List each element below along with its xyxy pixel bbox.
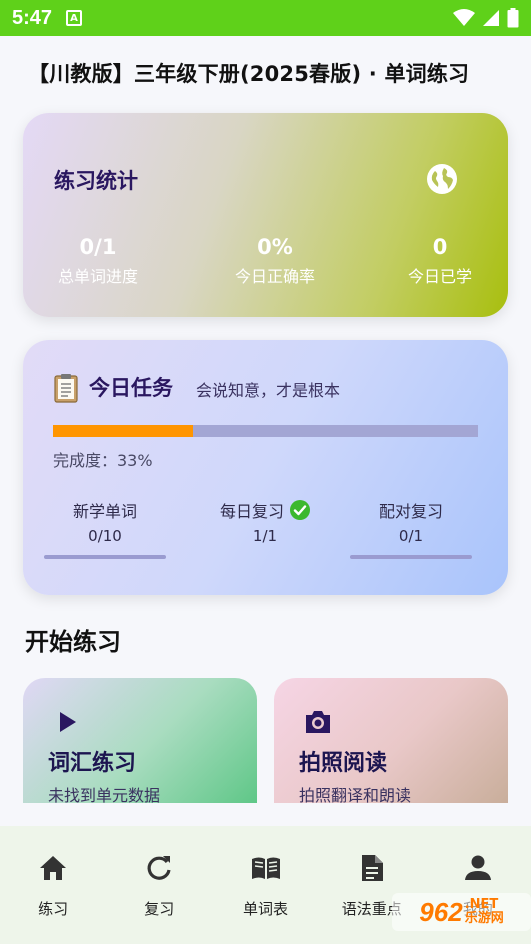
nav-item-wordlist[interactable]: 单词表 bbox=[212, 826, 318, 944]
stat-accuracy: 0% 今日正确率 bbox=[205, 235, 345, 287]
nav-label: 复习 bbox=[144, 900, 175, 918]
notification-icon: A bbox=[66, 10, 83, 26]
wifi-icon bbox=[453, 9, 475, 26]
status-time: 5:47 bbox=[12, 6, 53, 29]
task-subtitle: 会说知意，才是根本 bbox=[196, 381, 341, 400]
stat-total-progress: 0/1 总单词进度 bbox=[28, 235, 168, 287]
signal-icon bbox=[483, 10, 499, 26]
task-col-bar bbox=[350, 555, 472, 559]
watermark-net: .NET bbox=[464, 897, 499, 912]
task-title: 今日任务 bbox=[89, 376, 173, 400]
stat-value: 0 bbox=[432, 235, 448, 259]
task-col-value: 0/10 bbox=[88, 527, 122, 545]
stat-label: 今日已学 bbox=[407, 267, 472, 286]
card-title: 词汇练习 bbox=[48, 751, 137, 776]
task-pair-review[interactable]: 配对复习 0/1 bbox=[341, 499, 481, 559]
nav-item-practice[interactable]: 练习 bbox=[0, 826, 106, 944]
section-title: 开始练习 bbox=[25, 628, 121, 656]
clipboard-icon bbox=[54, 374, 78, 403]
refresh-icon bbox=[147, 856, 171, 880]
nav-label: 单词表 bbox=[243, 900, 289, 918]
stats-title: 练习统计 bbox=[54, 169, 138, 193]
battery-icon bbox=[507, 8, 519, 28]
home-icon bbox=[40, 856, 67, 880]
card-title: 拍照阅读 bbox=[299, 751, 388, 776]
task-col-label: 新学单词 bbox=[72, 502, 137, 521]
book-icon bbox=[251, 857, 280, 879]
person-icon bbox=[464, 855, 491, 880]
task-new-words[interactable]: 新学单词 0/10 bbox=[35, 499, 175, 559]
status-bar: 5:47 A bbox=[0, 0, 531, 36]
watermark-site: 乐游网 bbox=[464, 911, 504, 926]
daily-task-card[interactable]: 今日任务 会说知意，才是根本 完成度：33% 新学单词 0/10 每日复习 1/… bbox=[23, 340, 508, 595]
stat-label: 今日正确率 bbox=[234, 267, 315, 286]
content-clip bbox=[0, 803, 531, 826]
task-daily-review[interactable]: 每日复习 1/1 bbox=[195, 499, 335, 545]
task-progress-fill bbox=[53, 425, 194, 437]
status-icons bbox=[453, 8, 519, 28]
play-icon bbox=[60, 712, 76, 732]
task-col-label: 配对复习 bbox=[378, 502, 443, 521]
page-title: 【川教版】三年级下册(2025春版) · 单词练习 bbox=[28, 62, 470, 86]
watermark-number: 962 bbox=[419, 896, 463, 927]
nav-item-review[interactable]: 复习 bbox=[106, 826, 212, 944]
document-icon bbox=[361, 855, 383, 881]
task-col-label: 每日复习 bbox=[219, 502, 284, 521]
stat-learned-today: 0 今日已学 bbox=[370, 235, 510, 287]
camera-icon bbox=[306, 711, 330, 733]
stats-card: 练习统计 0/1 总单词进度 0% 今日正确率 0 今日已学 bbox=[23, 113, 508, 317]
stat-value: 0% bbox=[257, 235, 293, 259]
site-watermark: 962 .NET 乐游网 bbox=[392, 893, 531, 931]
task-col-value: 0/1 bbox=[398, 527, 424, 545]
check-circle-icon bbox=[290, 500, 310, 520]
nav-label: 练习 bbox=[38, 900, 69, 918]
stat-label: 总单词进度 bbox=[57, 267, 138, 286]
task-progress-bar bbox=[53, 425, 478, 437]
completion-text: 完成度：33% bbox=[53, 451, 153, 470]
stat-value: 0/1 bbox=[79, 235, 117, 259]
task-col-bar bbox=[44, 555, 166, 559]
globe-icon[interactable] bbox=[426, 163, 458, 195]
task-col-value: 1/1 bbox=[252, 527, 278, 545]
